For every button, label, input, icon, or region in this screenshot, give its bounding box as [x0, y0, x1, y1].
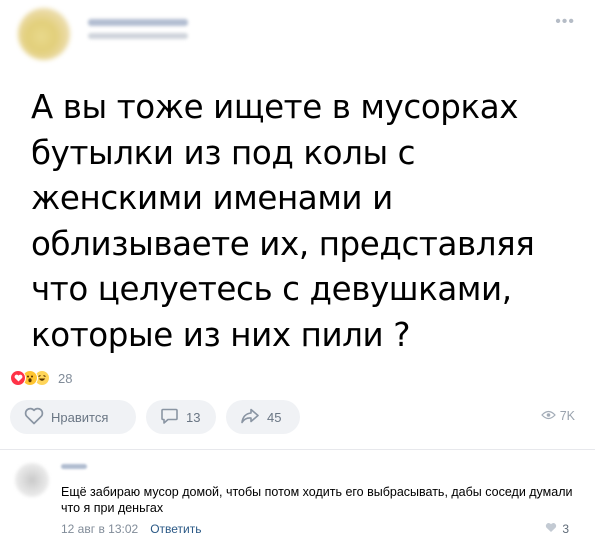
comment-meta: 12 авг в 13:02 Ответить [61, 522, 201, 536]
comment-likes-count: 3 [562, 522, 569, 536]
reactions-summary[interactable]: 28 [10, 368, 72, 388]
like-label: Нравится [51, 409, 109, 425]
shares-count: 45 [267, 409, 282, 425]
views-counter: 7K [540, 409, 575, 423]
more-options-button[interactable]: ••• [555, 14, 575, 30]
share-arrow-icon [240, 407, 267, 428]
eye-icon [540, 409, 560, 423]
heart-icon [10, 370, 26, 386]
reactions-count: 28 [58, 370, 73, 386]
author-name-redacted[interactable] [88, 19, 188, 26]
post-date-redacted [88, 33, 188, 39]
heart-icon [545, 522, 557, 536]
post-header: ••• [12, 6, 583, 62]
comment-button[interactable]: 13 [146, 400, 216, 434]
author-avatar[interactable] [18, 8, 70, 60]
views-count: 7K [559, 409, 575, 423]
post-actions: Нравится 13 45 7K [10, 400, 585, 434]
share-button[interactable]: 45 [226, 400, 300, 434]
comment-icon [160, 407, 186, 428]
comment-text: Ещё забираю мусор домой, чтобы потом ход… [61, 485, 573, 515]
comment-time[interactable]: 12 авг в 13:02 [61, 522, 138, 536]
post-text: А вы тоже ищете в мусорках бутылки из по… [31, 88, 535, 354]
comments-count: 13 [186, 409, 201, 425]
reply-button[interactable]: Ответить [150, 522, 201, 536]
commenter-avatar[interactable] [15, 463, 49, 497]
more-horizontal-icon: ••• [555, 13, 575, 30]
divider [0, 449, 595, 450]
commenter-name-redacted[interactable] [61, 464, 87, 469]
heart-outline-icon [24, 407, 51, 428]
like-button[interactable]: Нравится [10, 400, 136, 434]
comment-like-button[interactable]: 3 [545, 522, 569, 536]
